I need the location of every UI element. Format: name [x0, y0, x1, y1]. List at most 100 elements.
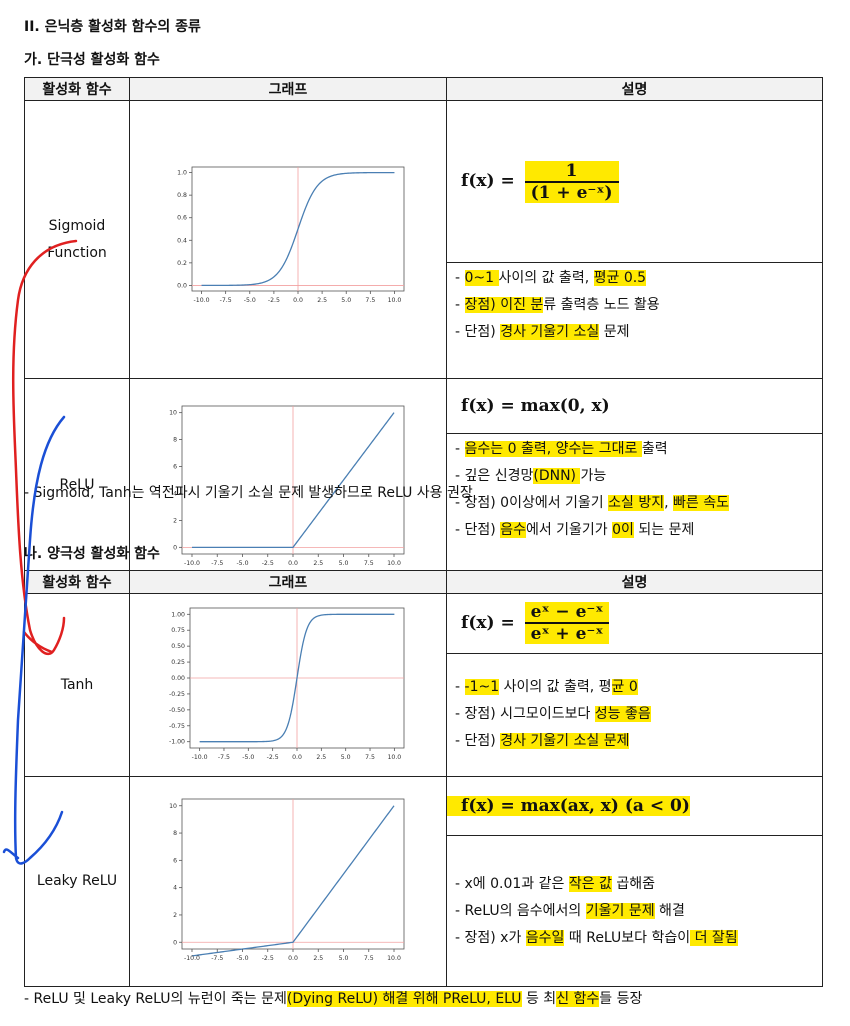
desc-text: 되는 문제	[633, 522, 695, 539]
y-tick-label: 8	[173, 437, 177, 444]
desc-text: -	[455, 679, 465, 696]
note-text: - ReLU 및 Leaky ReLU의 뉴런이 죽는 문제	[24, 991, 287, 1007]
y-tick-label: 0.25	[171, 659, 185, 666]
desc-text: - x에 0.01과 같은	[455, 875, 569, 892]
desc-text: 에서 기울기가	[525, 522, 613, 539]
x-tick-label: 0.0	[293, 297, 303, 304]
y-tick-label: 2	[173, 517, 177, 524]
desc-text: 때 ReLU보다 학습이	[564, 929, 691, 946]
relu-desc: - 음수는 0 출력, 양수는 그대로 출력 - 깊은 신경망(DNN) 가능 - …	[446, 433, 823, 592]
sigmoid-graph: -10.0 -7.5 -5.0 -2.5 0.0 2.5 5.0 7.5 10.0 0.0 0.2 0…	[177, 166, 405, 304]
note-dying-relu: - ReLU 및 Leaky ReLU의 뉴런이 죽는 문제(Dying ReL…	[24, 988, 642, 1008]
leaky-relu-formula: f(x) = max(ax, x) (a < 0)	[446, 775, 823, 837]
y-tick-label: 0.4	[177, 237, 187, 244]
highlighted-text: 경사 기울기 소실 문제	[500, 733, 630, 750]
relu-formula: f(x) = max(0, x)	[446, 377, 823, 435]
x-tick-label: -5.0	[242, 754, 254, 761]
highlighted-text: 평균 0.5	[593, 270, 647, 286]
subsection-title-unipolar: 가. 단극성 활성화 함수	[24, 52, 160, 68]
x-tick-label: -7.5	[211, 560, 223, 567]
y-tick-label: 0.75	[171, 627, 185, 634]
header-description-2: 설명	[446, 570, 823, 594]
x-tick-label: 2.5	[313, 955, 323, 962]
x-tick-label: -7.5	[220, 297, 232, 304]
x-tick-label: -2.5	[262, 955, 274, 962]
sigmoid-graph-cell: -10.0 -7.5 -5.0 -2.5 0.0 2.5 5.0 7.5 10.0 0.0 0.2 0…	[129, 100, 447, 379]
desc-line: - 깊은 신경망(DNN) 가능	[447, 463, 822, 490]
y-tick-label: 0.6	[177, 214, 187, 221]
y-tick-label: 6	[173, 857, 177, 864]
desc-text: - 장점) x가	[455, 929, 526, 946]
x-tick-label: 2.5	[313, 560, 323, 567]
y-tick-label: 0.00	[171, 675, 185, 682]
desc-text: 가능	[580, 468, 607, 485]
desc-line: - 장점) 시그모이드보다 성능 좋음	[447, 701, 822, 728]
subsection-title-bipolar: 나. 양극성 활성화 함수	[24, 546, 160, 562]
y-tick-label: 0.8	[177, 192, 187, 199]
desc-line: - x에 0.01과 같은 작은 값 곱해줌	[447, 871, 822, 898]
desc-text: 해결	[654, 902, 685, 919]
note-relu-recommended: - Sigmoid, Tanh는 역전파시 기울기 소실 문제 발생하므로 Re…	[24, 485, 473, 501]
highlighted-text: 작은 값	[568, 875, 612, 892]
highlighted-text: 0이	[612, 522, 634, 539]
y-tick-label: 0.50	[171, 643, 185, 650]
y-tick-label: -0.75	[169, 723, 185, 730]
y-tick-label: 6	[173, 464, 177, 471]
desc-line: - 장점) x가 음수일 때 ReLU보다 학습이 더 잘됨	[447, 925, 822, 952]
desc-text: - 단점)	[455, 733, 501, 750]
desc-text: - 장점) 0이상에서 기울기	[455, 495, 609, 512]
tanh-graph-cell: -10.0 -7.5 -5.0 -2.5 0.0 2.5 5.0 7.5 10.0 -1.00 -0…	[129, 593, 447, 777]
x-tick-label: 7.5	[365, 297, 375, 304]
highlighted-text: 음수는 0 출력, 양수는 그대로	[464, 441, 642, 458]
tanh-formula-den: eˣ + e⁻ˣ	[524, 622, 610, 644]
leaky-relu-graph-cell: -10.0 -7.5 -5.0 -2.5 0.0 2.5 5.0 7.5 10.0 0 2 4 6 8 10	[129, 776, 447, 987]
sigmoid-desc: - 0~1 사이의 값 출력, 평균 0.5- 장점) 이진 분류 출력층 노드…	[446, 262, 823, 379]
desc-text: -	[455, 441, 465, 458]
x-tick-label: -10.0	[184, 560, 200, 567]
y-tick-label: 4	[173, 885, 177, 892]
desc-text: 곱해줌	[611, 875, 656, 892]
y-tick-label: 2	[173, 912, 177, 919]
highlighted-text: 신 함수	[556, 991, 600, 1007]
desc-text: - 단점)	[455, 522, 501, 539]
desc-line: - 단점) 경사 기울기 소실 문제	[447, 728, 822, 755]
x-tick-label: -10.0	[184, 955, 200, 962]
leaky-relu-graph: -10.0 -7.5 -5.0 -2.5 0.0 2.5 5.0 7.5 10.0 0 2 4 6 8 10	[169, 798, 405, 962]
x-tick-label: -2.5	[262, 560, 274, 567]
leaky-relu-name: Leaky ReLU	[24, 776, 130, 987]
x-tick-label: 0.0	[288, 955, 298, 962]
sigmoid-formula-lhs: f(x) =	[461, 171, 515, 191]
desc-text: - 단점)	[455, 324, 501, 340]
desc-text: 류 출력층 노드 활용	[543, 297, 660, 313]
unipolar-table: 활성화 함수 그래프 설명 Sigmoid Function -10.0 -7.5…	[24, 77, 823, 592]
x-tick-label: 0.0	[292, 754, 302, 761]
highlighted-text: 이진 분	[500, 297, 544, 313]
highlighted-text: 기울기 문제	[585, 902, 655, 919]
header-function: 활성화 함수	[24, 77, 130, 101]
desc-line: - 단점) 음수에서 기울기가 0이 되는 문제	[447, 517, 822, 544]
x-tick-label: 10.0	[387, 560, 401, 567]
desc-line: - -1~1 사이의 값 출력, 평균 0	[447, 674, 822, 701]
highlighted-text: PReLU, ELU	[442, 991, 522, 1007]
desc-line: - 0~1 사이의 값 출력, 평균 0.5	[447, 265, 822, 292]
highlighted-text: 음수	[500, 522, 526, 539]
x-tick-label: 5.0	[341, 754, 351, 761]
desc-line: - 장점) 0이상에서 기울기 소실 방지, 빠른 속도	[447, 490, 822, 517]
tanh-formula-num: eˣ − e⁻ˣ	[530, 602, 604, 623]
sigmoid-name-line1: Sigmoid	[48, 217, 106, 234]
x-tick-label: -2.5	[268, 297, 280, 304]
x-tick-label: 0.0	[288, 560, 298, 567]
desc-text: 사이의 값 출력,	[498, 270, 594, 286]
highlighted-text: 빠른 속도	[673, 495, 730, 512]
desc-text: 사이의 값 출력, 평	[499, 679, 612, 696]
tanh-name-line: Tanh	[60, 676, 94, 693]
y-tick-label: 0	[173, 939, 177, 946]
highlighted-text: (Dying ReLU) 해결 위해	[286, 991, 443, 1007]
x-tick-label: 5.0	[339, 955, 349, 962]
x-tick-label: 7.5	[364, 560, 374, 567]
header-graph: 그래프	[129, 77, 447, 101]
leaky-relu-desc: - x에 0.01과 같은 작은 값 곱해줌 - ReLU의 음수에서의 기울기 …	[446, 835, 823, 987]
highlighted-text: 음수일	[525, 929, 565, 946]
highlighted-text: 0~1	[464, 270, 499, 286]
relu-formula-text: f(x) = max(0, x)	[461, 396, 610, 417]
